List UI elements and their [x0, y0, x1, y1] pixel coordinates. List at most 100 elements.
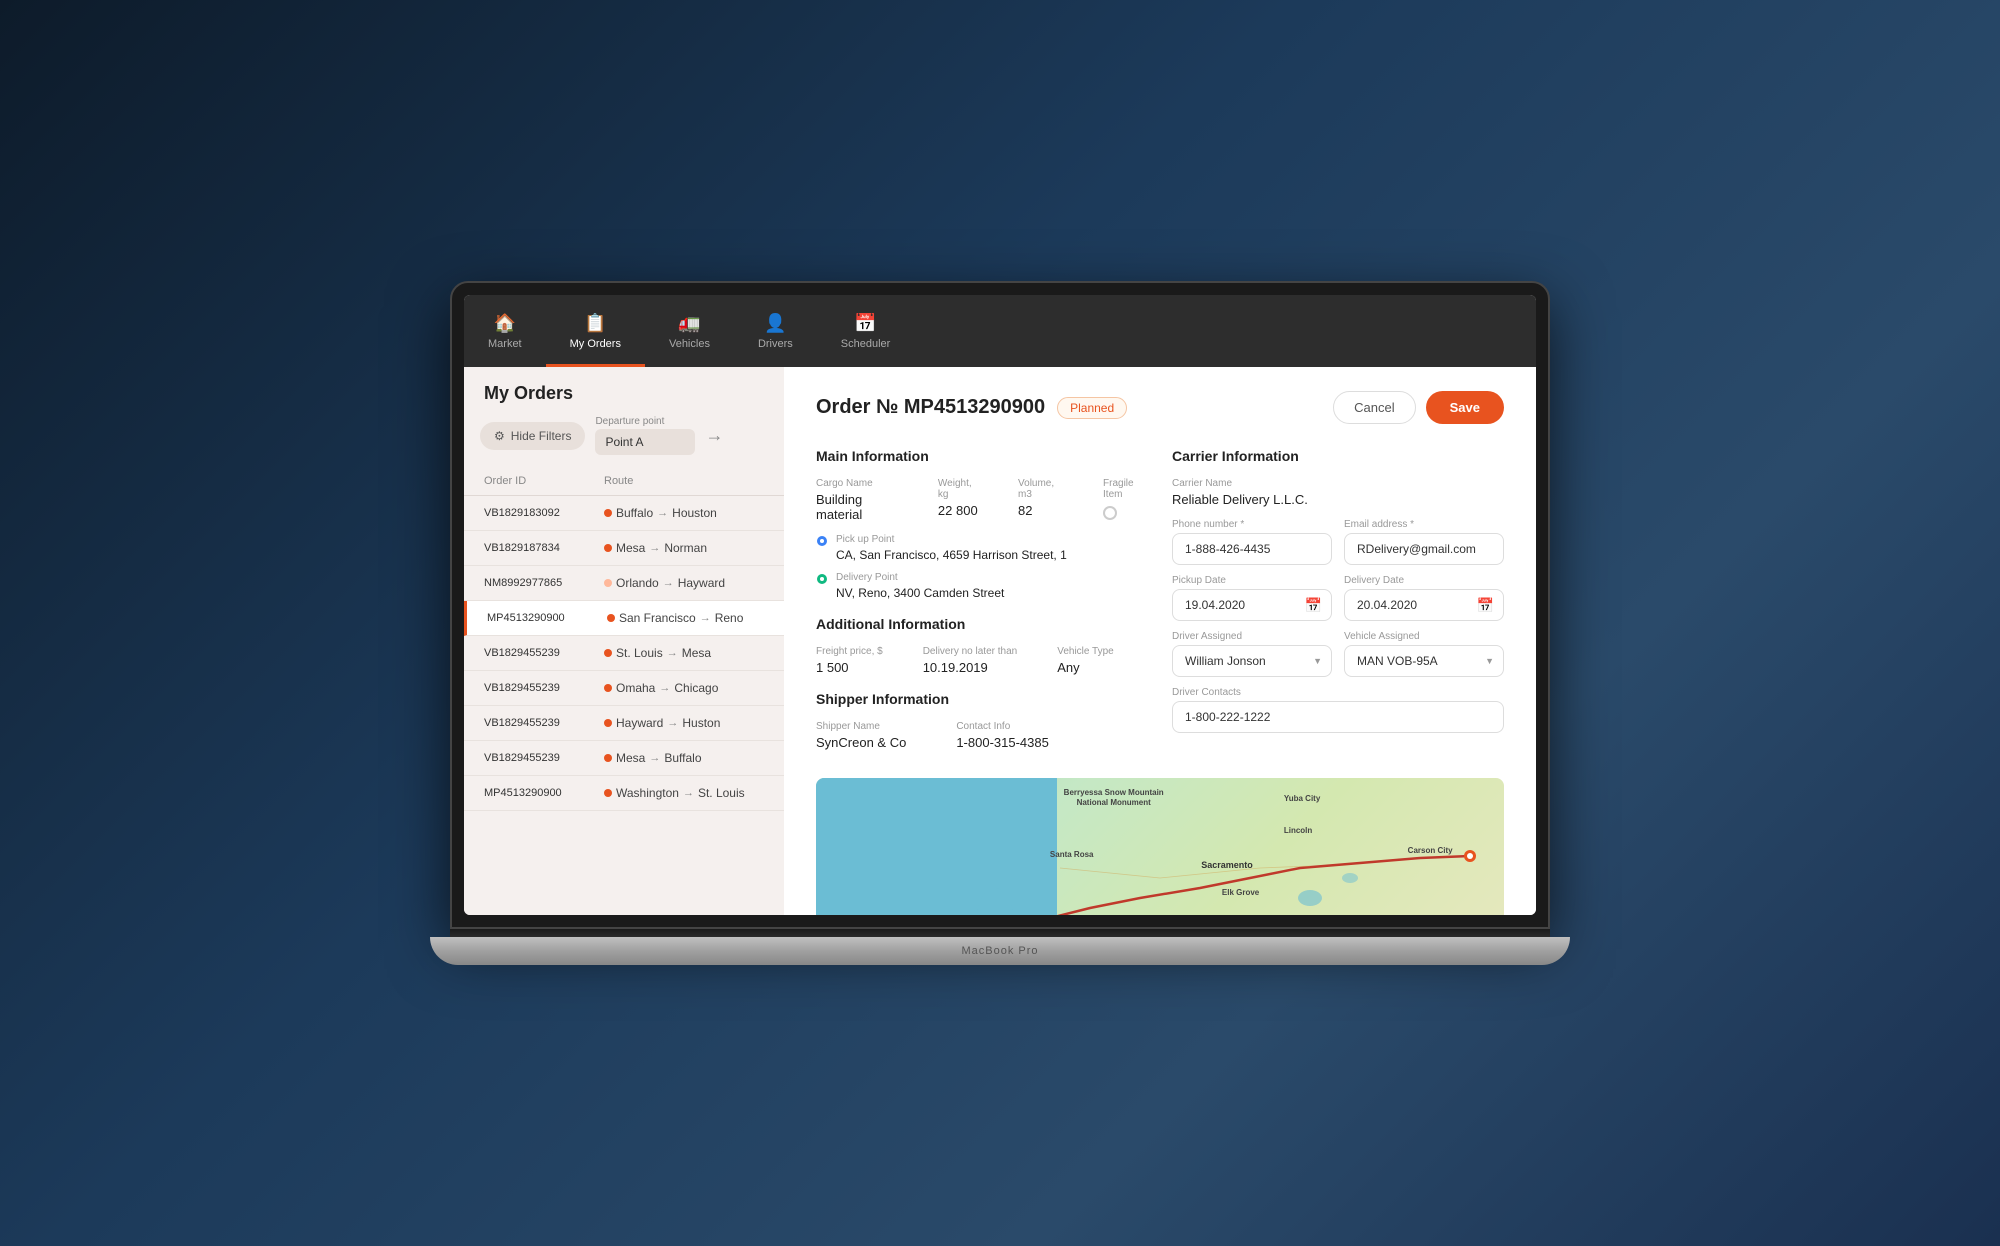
table-row[interactable]: MP4513290900 Washington → St. Louis	[464, 776, 784, 811]
delivery-row: Delivery Point NV, Reno, 3400 Camden Str…	[816, 572, 1148, 600]
nav-label-my-orders: My Orders	[570, 338, 621, 350]
order-id-cell: VB1829183092	[484, 507, 604, 519]
route-to: St. Louis	[698, 786, 745, 800]
route-dot	[604, 509, 612, 517]
table-row[interactable]: MP4513290900 San Francisco → Reno	[464, 601, 784, 636]
route-arrow: →	[683, 787, 694, 799]
nav-label-vehicles: Vehicles	[669, 338, 710, 350]
route-to: Reno	[715, 611, 744, 625]
route-from: St. Louis	[616, 646, 663, 660]
fragile-label: Fragile Item	[1103, 478, 1148, 500]
detail-title: Order № MP4513290900 Planned	[816, 396, 1127, 419]
route-arrow: →	[657, 507, 668, 519]
map-label-lincoln: Lincoln	[1284, 826, 1312, 835]
save-button[interactable]: Save	[1426, 391, 1504, 424]
route-dot	[604, 789, 612, 797]
nav-label-drivers: Drivers	[758, 338, 793, 350]
departure-group: Departure point	[595, 416, 695, 455]
email-input[interactable]	[1344, 533, 1504, 565]
shipper-contact-value: 1-800-315-4385	[956, 735, 1049, 750]
sidebar-title: My Orders	[464, 367, 784, 416]
vehicle-label: Vehicle Assigned	[1344, 631, 1504, 642]
route-from: Mesa	[616, 541, 645, 555]
filter-icon: ⚙	[494, 429, 505, 443]
main-fields-row: Cargo Name Building material Weight, kg …	[816, 478, 1148, 522]
driver-select-wrapper: William Jonson John Smith Mike Davis	[1172, 645, 1332, 677]
map-label-elk-grove: Elk Grove	[1222, 888, 1259, 897]
table-row[interactable]: NM8992977865 Orlando → Hayward	[464, 566, 784, 601]
driver-contacts-group: Driver Contacts	[1172, 687, 1504, 733]
route-to: Chicago	[674, 681, 718, 695]
nav-item-drivers[interactable]: 👤 Drivers	[734, 295, 817, 367]
freight-group: Freight price, $ 1 500	[816, 646, 883, 675]
route-dot	[607, 614, 615, 622]
pickup-row: Pick up Point CA, San Francisco, 4659 Ha…	[816, 534, 1148, 562]
additional-fields-row: Freight price, $ 1 500 Delivery no later…	[816, 646, 1148, 675]
fragile-group: Fragile Item	[1103, 478, 1148, 522]
laptop-screen: 🏠 Market 📋 My Orders 🚛 Vehicles 👤 Driver…	[450, 281, 1550, 929]
screen-inner: 🏠 Market 📋 My Orders 🚛 Vehicles 👤 Driver…	[464, 295, 1536, 915]
hide-filters-label: Hide Filters	[511, 429, 572, 443]
hide-filters-button[interactable]: ⚙ Hide Filters	[480, 422, 585, 450]
route-arrow: →	[667, 717, 678, 729]
vehicle-select[interactable]: MAN VOB-95A VOLVO XC-12 SCANIA R450	[1344, 645, 1504, 677]
carrier-info-title: Carrier Information	[1172, 448, 1504, 464]
vehicle-type-group: Vehicle Type Any	[1057, 646, 1114, 675]
weight-label: Weight, kg	[938, 478, 978, 500]
nav-item-my-orders[interactable]: 📋 My Orders	[546, 295, 645, 367]
route-arrow: →	[659, 682, 670, 694]
delivery-pin-icon	[816, 573, 828, 589]
map-label-stockton: Stockton	[1236, 914, 1270, 915]
delivery-date-input-wrapper: 📅	[1344, 589, 1504, 621]
route-to: Houston	[672, 506, 717, 520]
drivers-icon: 👤	[764, 313, 786, 334]
order-route-cell: St. Louis → Mesa	[604, 646, 764, 660]
driver-select[interactable]: William Jonson John Smith Mike Davis	[1172, 645, 1332, 677]
order-id-cell: MP4513290900	[487, 612, 607, 624]
driver-group: Driver Assigned William Jonson John Smit…	[1172, 631, 1332, 677]
order-id-cell: VB1829455239	[484, 717, 604, 729]
pickup-date-input-wrapper: 📅	[1172, 589, 1332, 621]
driver-contacts-label: Driver Contacts	[1172, 687, 1504, 698]
nav-item-vehicles[interactable]: 🚛 Vehicles	[645, 295, 734, 367]
volume-group: Volume, m3 82	[1018, 478, 1063, 522]
order-route-cell: Mesa → Norman	[604, 541, 764, 555]
right-column: Carrier Information Carrier Name Reliabl…	[1172, 448, 1504, 762]
shipper-name-label: Shipper Name	[816, 721, 906, 732]
nav-item-market[interactable]: 🏠 Market	[464, 295, 546, 367]
cargo-name-group: Cargo Name Building material	[816, 478, 898, 522]
order-id-cell: NM8992977865	[484, 577, 604, 589]
shipper-contact-group: Contact Info 1-800-315-4385	[956, 721, 1049, 750]
detail-header: Order № MP4513290900 Planned Cancel Save	[816, 391, 1504, 424]
driver-contacts-input[interactable]	[1172, 701, 1504, 733]
header-route: Route	[604, 475, 764, 487]
map-label-yuba-city: Yuba City	[1284, 794, 1320, 803]
map-label-national-monument: Berryessa Snow MountainNational Monument	[1064, 788, 1164, 807]
pickup-pin-icon	[816, 535, 828, 551]
route-from: Buffalo	[616, 506, 653, 520]
table-row[interactable]: VB1829183092 Buffalo → Houston	[464, 496, 784, 531]
fragile-circle	[1103, 506, 1117, 520]
shipper-fields-row: Shipper Name SynCreon & Co Contact Info …	[816, 721, 1148, 750]
route-from: Mesa	[616, 751, 645, 765]
delivery-no-later-label: Delivery no later than	[923, 646, 1018, 657]
pickup-date-group: Pickup Date 📅	[1172, 575, 1332, 621]
route-dot	[604, 684, 612, 692]
main-info-title: Main Information	[816, 448, 1148, 464]
departure-input[interactable]	[595, 429, 695, 455]
laptop-notch	[450, 929, 1550, 937]
calendar-icon: 📅	[1305, 597, 1322, 614]
order-route-cell: Hayward → Huston	[604, 716, 764, 730]
route-to: Norman	[664, 541, 707, 555]
orders-table: Order ID Route VB1829183092 Buffalo → Ho…	[464, 467, 784, 915]
table-row[interactable]: VB1829455239 St. Louis → Mesa	[464, 636, 784, 671]
cancel-button[interactable]: Cancel	[1333, 391, 1415, 424]
shipper-info-title: Shipper Information	[816, 691, 1148, 707]
table-row[interactable]: VB1829455239 Mesa → Buffalo	[464, 741, 784, 776]
order-id-cell: VB1829455239	[484, 682, 604, 694]
table-row[interactable]: VB1829455239 Hayward → Huston	[464, 706, 784, 741]
table-row[interactable]: VB1829187834 Mesa → Norman	[464, 531, 784, 566]
phone-input[interactable]	[1172, 533, 1332, 565]
nav-item-scheduler[interactable]: 📅 Scheduler	[817, 295, 915, 367]
table-row[interactable]: VB1829455239 Omaha → Chicago	[464, 671, 784, 706]
